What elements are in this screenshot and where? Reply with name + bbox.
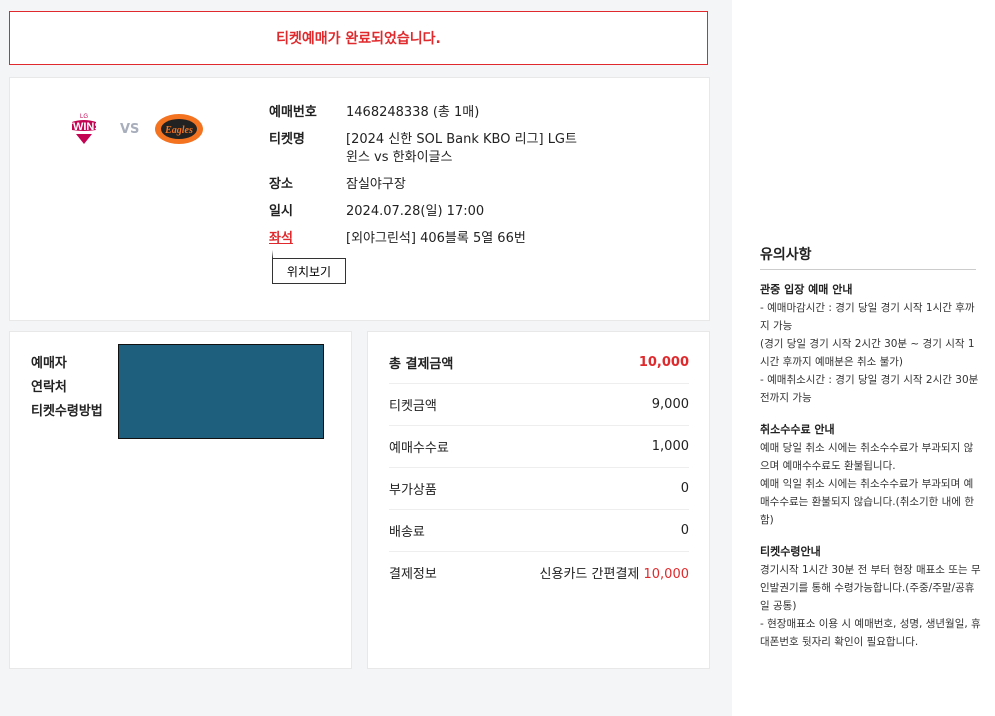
ticket-price-value: 9,000	[651, 396, 689, 412]
ticket-name-row: 티켓명 [2024 신한 SOL Bank KBO 리그] LG트윈스 vs 한…	[269, 131, 586, 167]
venue-value: 잠실야구장	[346, 177, 406, 192]
notice-line: 경기시작 1시간 30분 전 부터 현장 매표소 또는 무인발권기를 통해 수령…	[760, 564, 981, 612]
ticket-details: 예매번호 1468248338 (총 1매) 티켓명 [2024 신한 SOL …	[269, 104, 586, 257]
shipping-row: 배송료 0	[389, 509, 689, 552]
main-area: 티켓예매가 완료되었습니다. LG TWINS VS Eagles 예매번호 1…	[0, 0, 732, 716]
notice-title: 유의사항	[760, 247, 812, 263]
booking-fee-label: 예매수수료	[389, 440, 449, 456]
datetime-value: 2024.07.28(일) 17:00	[346, 204, 485, 219]
datetime-row: 일시 2024.07.28(일) 17:00	[269, 203, 586, 221]
shipping-value: 0	[680, 522, 689, 538]
addon-row: 부가상품 0	[389, 467, 689, 510]
payment-card: 총 결제금액 10,000 티켓금액 9,000 예매수수료 1,000 부가상…	[367, 331, 710, 669]
notice-line: (경기 당일 경기 시작 2시간 30분 ~ 경기 시작 1시간 후까지 예매분…	[760, 338, 975, 368]
total-amount-label: 총 결제금액	[389, 356, 454, 372]
hanwha-eagles-logo-icon: Eagles	[155, 114, 204, 144]
addon-value: 0	[680, 480, 689, 496]
payment-method-amount: 10,000	[643, 566, 690, 582]
svg-text:LG: LG	[80, 114, 88, 120]
svg-text:TWINS: TWINS	[66, 121, 101, 133]
reservation-number-label: 예매번호	[269, 105, 317, 120]
venue-label: 장소	[269, 177, 293, 192]
total-amount-value: 10,000	[638, 354, 689, 370]
notice-section-admission: 관중 입장 예매 안내 - 예매마감시간 : 경기 당일 경기 시작 1시간 후…	[760, 281, 982, 407]
ticket-info-card: LG TWINS VS Eagles 예매번호 1468248338 (총 1매…	[9, 77, 710, 321]
notice-heading: 티켓수령안내	[760, 545, 821, 558]
datetime-label: 일시	[269, 204, 293, 219]
ticket-name-value: [2024 신한 SOL Bank KBO 리그] LG트윈스 vs 한화이글스	[346, 132, 577, 165]
notice-section-cancel-fee: 취소수수료 안내 예매 당일 취소 시에는 취소수수료가 부과되지 않으며 예매…	[760, 421, 982, 529]
tooltip-tail	[272, 250, 273, 258]
notice-line: - 예매취소시간 : 경기 당일 경기 시작 2시간 30분전까지 가능	[760, 374, 979, 404]
ticket-name-label: 티켓명	[269, 132, 305, 147]
buyer-labels: 예매자 연락처 티켓수령방법	[31, 352, 103, 424]
seat-value: [외야그린석] 406블록 5열 66번	[346, 231, 526, 246]
payment-method-value: 신용카드 간편결제 10,000	[540, 563, 689, 582]
payment-method-label: 결제정보	[389, 566, 437, 582]
addon-label: 부가상품	[389, 482, 437, 498]
notice-sidebar: 유의사항 관중 입장 예매 안내 - 예매마감시간 : 경기 당일 경기 시작 …	[732, 0, 995, 716]
ticket-price-row: 티켓금액 9,000	[389, 383, 689, 426]
completion-banner: 티켓예매가 완료되었습니다.	[9, 11, 708, 65]
ticket-price-label: 티켓금액	[389, 398, 437, 414]
booking-fee-value: 1,000	[651, 438, 689, 454]
seat-row: 좌석 [외야그린석] 406블록 5열 66번	[269, 230, 586, 248]
ticket-receipt-method-label: 티켓수령방법	[31, 404, 103, 419]
lg-twins-logo-icon: LG TWINS	[66, 114, 102, 144]
notice-heading: 취소수수료 안내	[760, 423, 835, 436]
notice-line: - 예매마감시간 : 경기 당일 경기 시작 1시간 후까지 가능	[760, 302, 975, 332]
buyer-name-label: 예매자	[31, 356, 67, 371]
notice-content: 관중 입장 예매 안내 - 예매마감시간 : 경기 당일 경기 시작 1시간 후…	[760, 281, 982, 665]
notice-line: - 현장매표소 이용 시 예매번호, 성명, 생년월일, 휴대폰번호 뒷자리 확…	[760, 618, 981, 648]
reservation-number-value: 1468248338 (총 1매)	[346, 105, 480, 120]
notice-divider	[760, 269, 976, 270]
notice-line: 예매 당일 취소 시에는 취소수수료가 부과되지 않으며 예매수수료도 환불됩니…	[760, 442, 974, 472]
venue-row: 장소 잠실야구장	[269, 176, 586, 194]
notice-section-ticket-pickup: 티켓수령안내 경기시작 1시간 30분 전 부터 현장 매표소 또는 무인발권기…	[760, 543, 982, 651]
payment-method-row: 결제정보 신용카드 간편결제 10,000	[389, 551, 689, 593]
buyer-info-card: 예매자 연락처 티켓수령방법	[9, 331, 352, 669]
booking-fee-row: 예매수수료 1,000	[389, 425, 689, 468]
payment-method-name: 신용카드 간편결제	[539, 566, 640, 582]
shipping-label: 배송료	[389, 524, 425, 540]
reservation-number-row: 예매번호 1468248338 (총 1매)	[269, 104, 586, 122]
notice-line: 예매 익일 취소 시에는 취소수수료가 부과되며 예매수수료는 환불되지 않습니…	[760, 478, 974, 526]
notice-heading: 관중 입장 예매 안내	[760, 283, 853, 296]
total-amount-row: 총 결제금액 10,000	[389, 341, 689, 384]
view-location-button[interactable]: 위치보기	[272, 258, 346, 284]
contact-label: 연락처	[31, 380, 67, 395]
seat-link[interactable]: 좌석	[269, 230, 346, 248]
vs-label: VS	[120, 121, 140, 137]
completion-message: 티켓예매가 완료되었습니다.	[276, 31, 441, 47]
redacted-block	[118, 344, 324, 439]
svg-text:Eagles: Eagles	[165, 125, 194, 136]
team-logos: LG TWINS VS Eagles	[62, 110, 205, 148]
